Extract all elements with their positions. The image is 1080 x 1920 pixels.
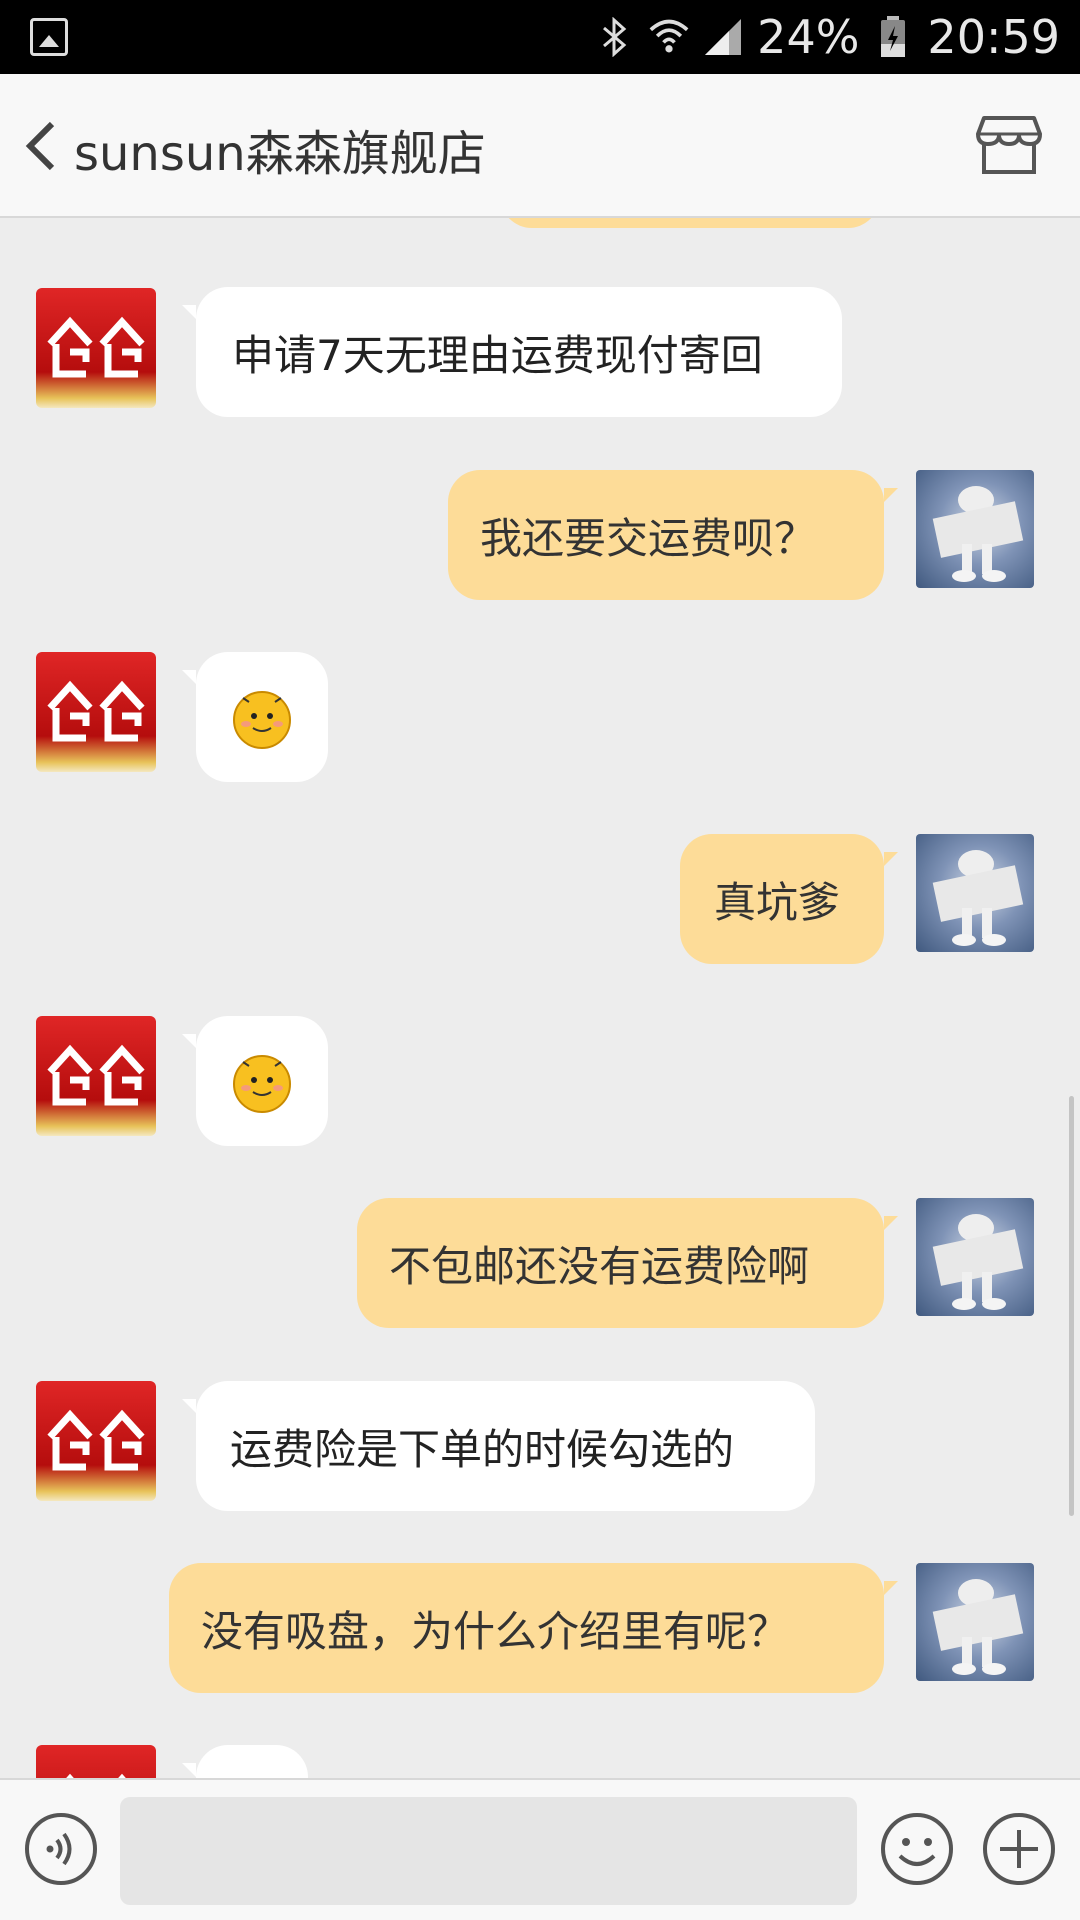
message-text: 没有吸盘，为什么介绍里有呢？ <box>201 1606 790 1656</box>
scrollbar[interactable] <box>1069 1096 1074 1516</box>
shop-avatar[interactable] <box>36 1381 156 1501</box>
message-bubble[interactable] <box>182 1016 328 1146</box>
user-avatar[interactable] <box>916 470 1034 588</box>
chat-header: sunsun森森旗舰店 <box>0 74 1080 218</box>
message-bubble[interactable]: 没有吸盘，为什么介绍里有呢？ <box>169 1563 898 1693</box>
shop-avatar[interactable] <box>36 1016 156 1136</box>
battery-icon <box>873 16 913 57</box>
input-bar <box>0 1778 1080 1920</box>
smiley-emoji-icon <box>233 1055 291 1113</box>
shop-icon[interactable] <box>976 114 1042 176</box>
message-bubble[interactable]: 我还要交运费呗？ <box>448 470 898 600</box>
bluetooth-icon <box>595 17 635 57</box>
smiley-emoji-icon <box>233 691 291 749</box>
message-bubble-partial[interactable] <box>182 1745 308 1778</box>
message-bubble[interactable]: 不包邮还没有运费险啊 <box>357 1198 898 1328</box>
wifi-icon <box>649 17 689 57</box>
message-bubble[interactable] <box>182 652 328 782</box>
message-text: 真坑爹 <box>714 877 841 927</box>
back-arrow-icon[interactable] <box>16 118 72 174</box>
signal-icon <box>703 17 743 57</box>
shop-avatar[interactable] <box>36 652 156 772</box>
message-text: 不包邮还没有运费险啊 <box>389 1241 810 1291</box>
shop-avatar[interactable] <box>36 1745 156 1778</box>
message-text: 申请7天无理由运费现付寄回 <box>232 330 763 380</box>
clock: 20:59 <box>927 10 1060 64</box>
message-list[interactable]: 申请7天无理由运费现付寄回 我还要交运费呗？ 真坑爹 不包邮还没有运费险啊 运费… <box>0 218 1080 1778</box>
page-title: sunsun森森旗舰店 <box>74 126 486 182</box>
message-bubble-partial[interactable] <box>500 218 880 228</box>
message-input[interactable] <box>120 1797 857 1905</box>
message-bubble[interactable]: 申请7天无理由运费现付寄回 <box>182 287 842 417</box>
battery-percent: 24% <box>757 10 860 64</box>
message-text: 运费险是下单的时候勾选的 <box>230 1424 735 1474</box>
status-bar: 24% 20:59 <box>0 0 1080 74</box>
emoji-picker-icon[interactable] <box>880 1812 954 1886</box>
add-attachment-icon[interactable] <box>982 1812 1056 1886</box>
message-text: 我还要交运费呗？ <box>480 513 817 563</box>
message-bubble[interactable]: 运费险是下单的时候勾选的 <box>182 1381 815 1511</box>
user-avatar[interactable] <box>916 1198 1034 1316</box>
user-avatar[interactable] <box>916 1563 1034 1681</box>
gallery-notification-icon <box>30 18 68 56</box>
message-bubble[interactable]: 真坑爹 <box>680 834 898 964</box>
shop-avatar[interactable] <box>36 288 156 408</box>
user-avatar[interactable] <box>916 834 1034 952</box>
voice-input-button[interactable] <box>24 1812 98 1886</box>
